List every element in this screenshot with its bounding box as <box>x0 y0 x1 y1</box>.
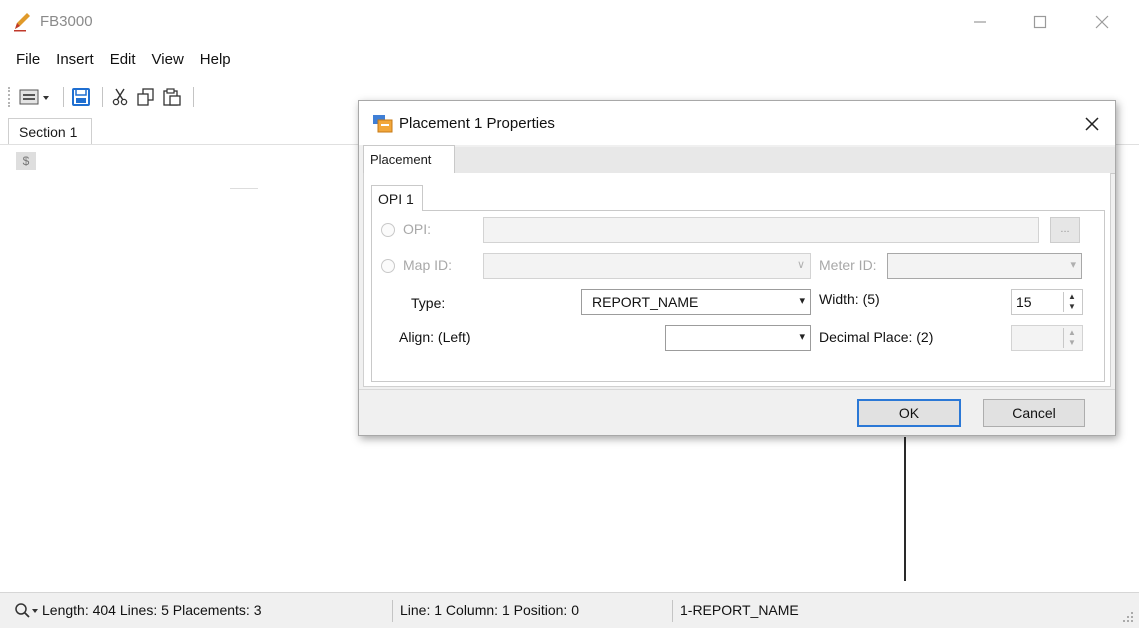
opi-label: OPI: <box>403 221 432 237</box>
type-label: Type: <box>411 295 446 311</box>
spinner-arrows-icon[interactable]: ▲ ▼ <box>1063 292 1080 312</box>
close-icon <box>1085 117 1099 131</box>
status-length: Length: 404 Lines: 5 Placements: 3 <box>42 602 262 618</box>
dialog-divider <box>359 389 1115 390</box>
new-document-icon <box>19 89 49 105</box>
toolbar-grip[interactable] <box>8 87 13 107</box>
align-label: Align: (Left) <box>399 329 471 345</box>
map-id-dropdown[interactable]: ∨ <box>483 253 811 279</box>
resize-grip-icon[interactable] <box>1123 612 1133 622</box>
dialog-title: Placement 1 Properties <box>399 115 555 132</box>
decimal-place-label: Decimal Place: (2) <box>819 329 934 345</box>
close-window-button[interactable] <box>1080 6 1124 38</box>
save-button[interactable] <box>70 86 92 108</box>
tab-section-1[interactable]: Section 1 <box>8 118 92 144</box>
dialog-titlebar: Placement 1 Properties <box>359 101 1115 145</box>
status-separator <box>392 600 393 622</box>
map-id-radio[interactable] <box>381 259 395 273</box>
opi-input[interactable] <box>483 217 1039 243</box>
dialog-close-button[interactable] <box>1079 111 1105 137</box>
paste-button[interactable] <box>161 86 183 108</box>
tab-strip <box>455 147 1115 174</box>
dropdown-arrow-icon: ▾ <box>1070 259 1076 271</box>
toolbar-separator <box>193 87 194 107</box>
scissors-icon <box>112 88 128 106</box>
status-placement: 1-REPORT_NAME <box>680 602 799 618</box>
editor-dash <box>230 188 258 189</box>
tab-opi-1[interactable]: OPI 1 <box>371 185 423 211</box>
spinner-arrows-icon[interactable]: ▲ ▼ <box>1063 328 1080 348</box>
opi-radio[interactable] <box>381 223 395 237</box>
meter-id-label: Meter ID: <box>819 257 877 273</box>
cut-button[interactable] <box>109 86 131 108</box>
decimal-place-stepper[interactable]: ▲ ▼ <box>1011 325 1083 351</box>
toolbar-separator <box>63 87 64 107</box>
menu-insert[interactable]: Insert <box>48 48 102 72</box>
chevron-down-icon: ∨ <box>796 259 805 271</box>
menu-bar: File Insert Edit View Help <box>0 48 239 72</box>
status-position: Line: 1 Column: 1 Position: 0 <box>400 602 579 618</box>
close-icon <box>1095 15 1109 29</box>
placement-properties-dialog: Placement 1 Properties Placement OPI 1 O… <box>358 100 1116 436</box>
minimize-button[interactable] <box>958 6 1002 38</box>
meter-id-dropdown[interactable]: ▾ <box>887 253 1082 279</box>
type-value: REPORT_NAME <box>592 294 699 310</box>
window-titlebar: FB3000 <box>0 0 1139 44</box>
map-id-label: Map ID: <box>403 257 453 273</box>
dropdown-arrow-icon: ▾ <box>799 295 805 307</box>
width-stepper[interactable]: 15 ▲ ▼ <box>1011 289 1083 315</box>
status-separator <box>672 600 673 622</box>
zoom-dropdown-icon[interactable] <box>14 601 40 621</box>
placement-marker[interactable]: $ <box>16 152 36 170</box>
paste-icon <box>163 88 181 106</box>
type-dropdown[interactable]: REPORT_NAME ▾ <box>581 289 811 315</box>
minimize-icon <box>974 21 986 23</box>
opi-browse-button[interactable]: ... <box>1050 217 1080 243</box>
save-icon <box>72 88 90 106</box>
width-label: Width: (5) <box>819 291 880 307</box>
ok-button[interactable]: OK <box>857 399 961 427</box>
copy-icon <box>137 88 154 106</box>
app-title: FB3000 <box>40 13 93 30</box>
menu-help[interactable]: Help <box>192 48 239 72</box>
pencil-app-icon <box>14 13 30 32</box>
cancel-button[interactable]: Cancel <box>983 399 1085 427</box>
align-dropdown[interactable]: ▾ <box>665 325 811 351</box>
properties-icon <box>373 115 393 133</box>
toolbar <box>8 84 200 110</box>
width-value: 15 <box>1016 294 1032 310</box>
maximize-button[interactable] <box>1018 6 1062 38</box>
status-bar: Length: 404 Lines: 5 Placements: 3 Line:… <box>0 592 1139 628</box>
menu-view[interactable]: View <box>144 48 192 72</box>
copy-button[interactable] <box>135 86 157 108</box>
new-dropdown-button[interactable] <box>19 86 53 108</box>
placement-guide-line <box>904 437 906 581</box>
toolbar-separator <box>102 87 103 107</box>
menu-file[interactable]: File <box>0 48 48 72</box>
menu-edit[interactable]: Edit <box>102 48 144 72</box>
dropdown-arrow-icon: ▾ <box>799 331 805 343</box>
tab-placement[interactable]: Placement <box>363 145 455 173</box>
maximize-icon <box>1033 15 1047 29</box>
